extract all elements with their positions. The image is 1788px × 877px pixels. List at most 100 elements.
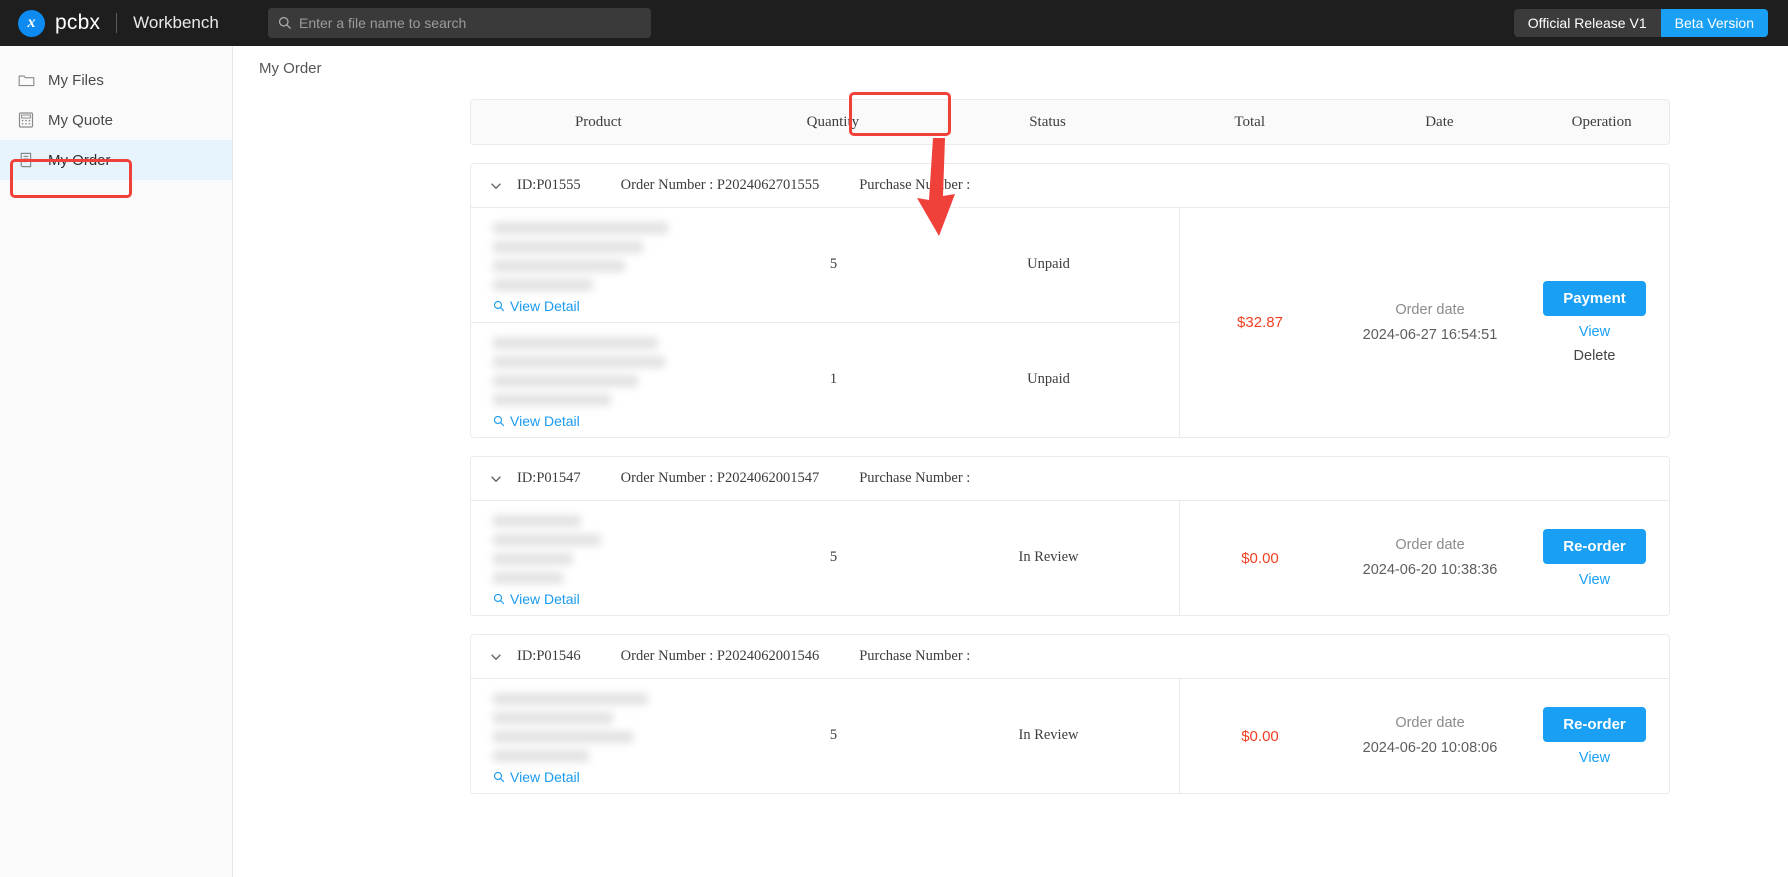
- column-header-date: Date: [1425, 113, 1454, 130]
- product-cell: View Detail: [471, 222, 726, 314]
- version-toggle-group[interactable]: Official Release V1 Beta Version: [1513, 9, 1768, 37]
- order-date-cell: Order date 2024-06-20 10:38:36: [1340, 533, 1520, 582]
- order-total: $32.87: [1237, 314, 1283, 331]
- search-icon: [493, 300, 505, 312]
- order-card-body: View Detail 5 Unpaid View Detail 1 Unpai…: [471, 208, 1669, 437]
- breadcrumb: My Order: [259, 60, 322, 77]
- sidebar-item-my-order[interactable]: My Order: [0, 140, 232, 180]
- order-card-header: ID:P01546 Order Number : P2024062001546 …: [471, 635, 1669, 679]
- chevron-down-icon[interactable]: [489, 472, 503, 486]
- column-header-quantity: Quantity: [806, 113, 860, 130]
- order-date-value: 2024-06-20 10:08:06: [1362, 740, 1498, 756]
- order-number: Order Number : P2024062001546: [620, 648, 820, 664]
- search-icon: [278, 16, 292, 30]
- sidebar-item-my-files[interactable]: My Files: [0, 60, 232, 100]
- brand: x pcbx Workbench: [18, 9, 219, 37]
- brand-divider: [116, 13, 118, 33]
- order-id: ID:P01555: [517, 177, 581, 193]
- brand-name: pcbx: [55, 11, 101, 34]
- order-number: Order Number : P2024062701555: [620, 177, 820, 193]
- redacted-product-info: [493, 515, 726, 584]
- sidebar-label-my-order: My Order: [48, 151, 111, 169]
- order-date-label: Order date: [1395, 301, 1465, 318]
- view-detail-label: View Detail: [510, 413, 580, 429]
- delete-link[interactable]: Delete: [1574, 348, 1616, 364]
- search-box[interactable]: [268, 8, 651, 38]
- order-purchase-number: Purchase Number :: [859, 648, 971, 664]
- search-icon: [493, 593, 505, 605]
- order-line-item: View Detail 1 Unpaid: [471, 322, 1179, 437]
- order-total: $0.00: [1241, 549, 1279, 567]
- order-document-icon: [18, 152, 40, 168]
- product-cell: View Detail: [471, 515, 726, 607]
- search-icon: [493, 415, 505, 427]
- chevron-down-icon[interactable]: [489, 179, 503, 193]
- order-id: ID:P01547: [517, 470, 581, 486]
- order-summary: $32.87 Order date 2024-06-27 16:54:51 Pa…: [1180, 208, 1669, 437]
- column-header-total: Total: [1234, 113, 1265, 130]
- re-order-button[interactable]: Re-order: [1543, 528, 1646, 564]
- order-card: ID:P01546 Order Number : P2024062001546 …: [470, 634, 1670, 794]
- order-date-label: Order date: [1395, 715, 1465, 732]
- order-card: ID:P01547 Order Number : P2024062001547 …: [470, 456, 1670, 616]
- order-date-value: 2024-06-20 10:38:36: [1362, 562, 1498, 578]
- workbench-label: Workbench: [133, 13, 219, 32]
- order-date-label: Order date: [1395, 537, 1465, 554]
- sidebar: My Files My Quote My Order: [0, 46, 233, 877]
- order-card: ID:P01555 Order Number : P2024062701555 …: [470, 163, 1670, 438]
- redacted-product-info: [493, 222, 726, 291]
- sidebar-item-my-quote[interactable]: My Quote: [0, 100, 232, 140]
- column-header-status: Status: [1029, 113, 1066, 130]
- order-date-cell: Order date 2024-06-27 16:54:51: [1340, 298, 1520, 347]
- column-header-operation: Operation: [1571, 113, 1632, 130]
- order-operations: Re-order View: [1520, 528, 1669, 588]
- order-date-cell: Order date 2024-06-20 10:08:06: [1340, 711, 1520, 760]
- pcbx-logo-icon: x: [18, 9, 45, 37]
- status-cell: In Review: [1018, 549, 1079, 565]
- order-purchase-number: Purchase Number :: [859, 177, 971, 193]
- status-cell: In Review: [1018, 727, 1079, 743]
- order-operations: Payment View Delete: [1520, 281, 1669, 364]
- order-summary: $0.00 Order date 2024-06-20 10:08:06 Re-…: [1180, 679, 1669, 793]
- quantity-cell: 5: [829, 727, 838, 743]
- view-link[interactable]: View: [1579, 750, 1610, 766]
- order-summary: $0.00 Order date 2024-06-20 10:38:36 Re-…: [1180, 501, 1669, 615]
- view-detail-link[interactable]: View Detail: [493, 591, 726, 607]
- view-detail-link[interactable]: View Detail: [493, 769, 726, 785]
- order-operations: Re-order View: [1520, 706, 1669, 766]
- official-release-button[interactable]: Official Release V1: [1513, 9, 1661, 37]
- product-cell: View Detail: [471, 693, 726, 785]
- redacted-product-info: [493, 693, 726, 762]
- quantity-cell: 5: [829, 549, 838, 565]
- quantity-cell: 1: [829, 371, 838, 387]
- order-purchase-number: Purchase Number :: [859, 470, 971, 486]
- order-line-item: View Detail 5 Unpaid: [471, 208, 1179, 322]
- view-detail-link[interactable]: View Detail: [493, 298, 726, 314]
- view-detail-label: View Detail: [510, 769, 580, 785]
- order-card-header: ID:P01547 Order Number : P2024062001547 …: [471, 457, 1669, 501]
- beta-version-button[interactable]: Beta Version: [1660, 9, 1768, 37]
- chevron-down-icon[interactable]: [489, 650, 503, 664]
- order-card-body: View Detail 5 In Review $0.00 Order date…: [471, 679, 1669, 793]
- status-cell: Unpaid: [1027, 371, 1070, 387]
- order-card-header: ID:P01555 Order Number : P2024062701555 …: [471, 164, 1669, 208]
- sidebar-label-my-files: My Files: [48, 71, 104, 89]
- re-order-button[interactable]: Re-order: [1543, 706, 1646, 742]
- view-link[interactable]: View: [1579, 324, 1610, 340]
- order-line-item: View Detail 5 In Review: [471, 679, 1179, 793]
- order-id: ID:P01546: [517, 648, 581, 664]
- column-header-product: Product: [574, 113, 622, 130]
- order-number: Order Number : P2024062001547: [620, 470, 820, 486]
- product-cell: View Detail: [471, 337, 726, 429]
- order-line-list: View Detail 5 In Review: [471, 679, 1180, 793]
- order-line-list: View Detail 5 Unpaid View Detail 1 Unpai…: [471, 208, 1180, 437]
- order-line-list: View Detail 5 In Review: [471, 501, 1180, 615]
- top-bar: x pcbx Workbench Official Release V1 Bet…: [0, 0, 1788, 46]
- order-date-value: 2024-06-27 16:54:51: [1362, 326, 1498, 343]
- view-detail-link[interactable]: View Detail: [493, 413, 726, 429]
- search-input[interactable]: [299, 15, 641, 31]
- table-header-row: Product Quantity Status Total Date Opera…: [470, 92, 1670, 236]
- view-link[interactable]: View: [1579, 572, 1610, 588]
- payment-button[interactable]: Payment: [1543, 281, 1646, 316]
- order-card-body: View Detail 5 In Review $0.00 Order date…: [471, 501, 1669, 615]
